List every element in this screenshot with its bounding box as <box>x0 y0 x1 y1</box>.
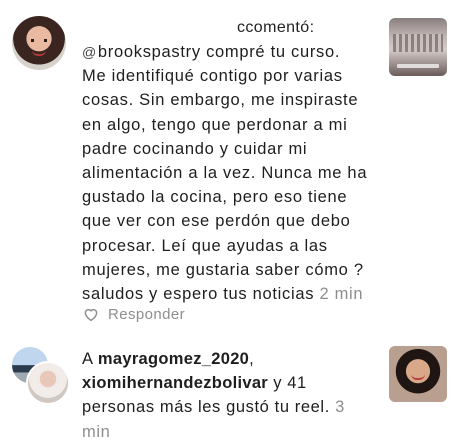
comment-line-2: Me identifiqué contigo por varias <box>82 67 343 86</box>
comment-line-10: mujeres, me gustaria saber cómo ? <box>82 260 364 279</box>
comment-line-7: gustado la cocina, pero eso tiene <box>82 188 348 207</box>
comment-line-8: que ver con ese perdón que debo <box>82 212 351 231</box>
comment-timestamp: 2 min <box>319 285 364 304</box>
like-line-3: personas más les gustó tu reel. 3 <box>82 398 345 417</box>
liker-username-2[interactable]: xiomihernandezbolivar <box>82 374 268 392</box>
comment-body: @brookspastry compré tu curso. Me identi… <box>82 40 382 306</box>
comment-header: ccomentó: <box>237 19 315 36</box>
like-timestamp-part1: 3 <box>329 398 345 417</box>
like-timestamp-part2: min <box>82 422 111 441</box>
comment-line-5: padre cocinando y cuidar mi <box>82 139 308 158</box>
avatar-eyes <box>31 39 47 42</box>
like-line-1: A mayragomez_2020, <box>82 350 255 368</box>
reel-thumbnail-2[interactable] <box>389 346 447 402</box>
comment-line-1: @brookspastry compré tu curso. <box>82 40 382 64</box>
likers-avatar-stack[interactable] <box>10 345 72 405</box>
liker-avatar-2 <box>26 361 70 405</box>
thumbnail-caption-bar <box>397 64 439 68</box>
like-line-2: xiomihernandezbolivar y 41 <box>82 374 307 393</box>
comment-line-3: cosas. Sin embargo, me inspiraste <box>82 91 359 110</box>
commenter-avatar[interactable] <box>12 16 66 70</box>
comment-line-11: saludos y espero tus noticias 2 min <box>82 285 364 304</box>
comment-line-9: procesar. Leí que ayudas a las <box>82 236 328 255</box>
avatar-smile <box>32 50 46 56</box>
comment-line-4: en algo, tengo que perdonar a mi <box>82 115 348 134</box>
comment-line-6: alimentación a la vez. Nunca me ha <box>82 164 368 183</box>
threads-at-icon: @ <box>82 44 97 60</box>
reply-button[interactable]: Responder <box>108 306 185 323</box>
liker-username-1[interactable]: mayragomez_2020 <box>98 350 249 368</box>
thumbnail-image-detail <box>393 34 443 52</box>
comment-actions: Responder <box>82 305 185 323</box>
heart-outline-icon[interactable] <box>82 305 100 323</box>
thumbnail-smile <box>411 374 425 380</box>
comment-notification[interactable]: ccomentó: @brookspastry compré tu curso.… <box>0 0 456 340</box>
reel-thumbnail[interactable] <box>389 18 447 76</box>
mention-username[interactable]: brookspastry <box>98 43 201 61</box>
like-notification-text: A mayragomez_2020, xiomihernandezbolivar… <box>82 347 382 444</box>
